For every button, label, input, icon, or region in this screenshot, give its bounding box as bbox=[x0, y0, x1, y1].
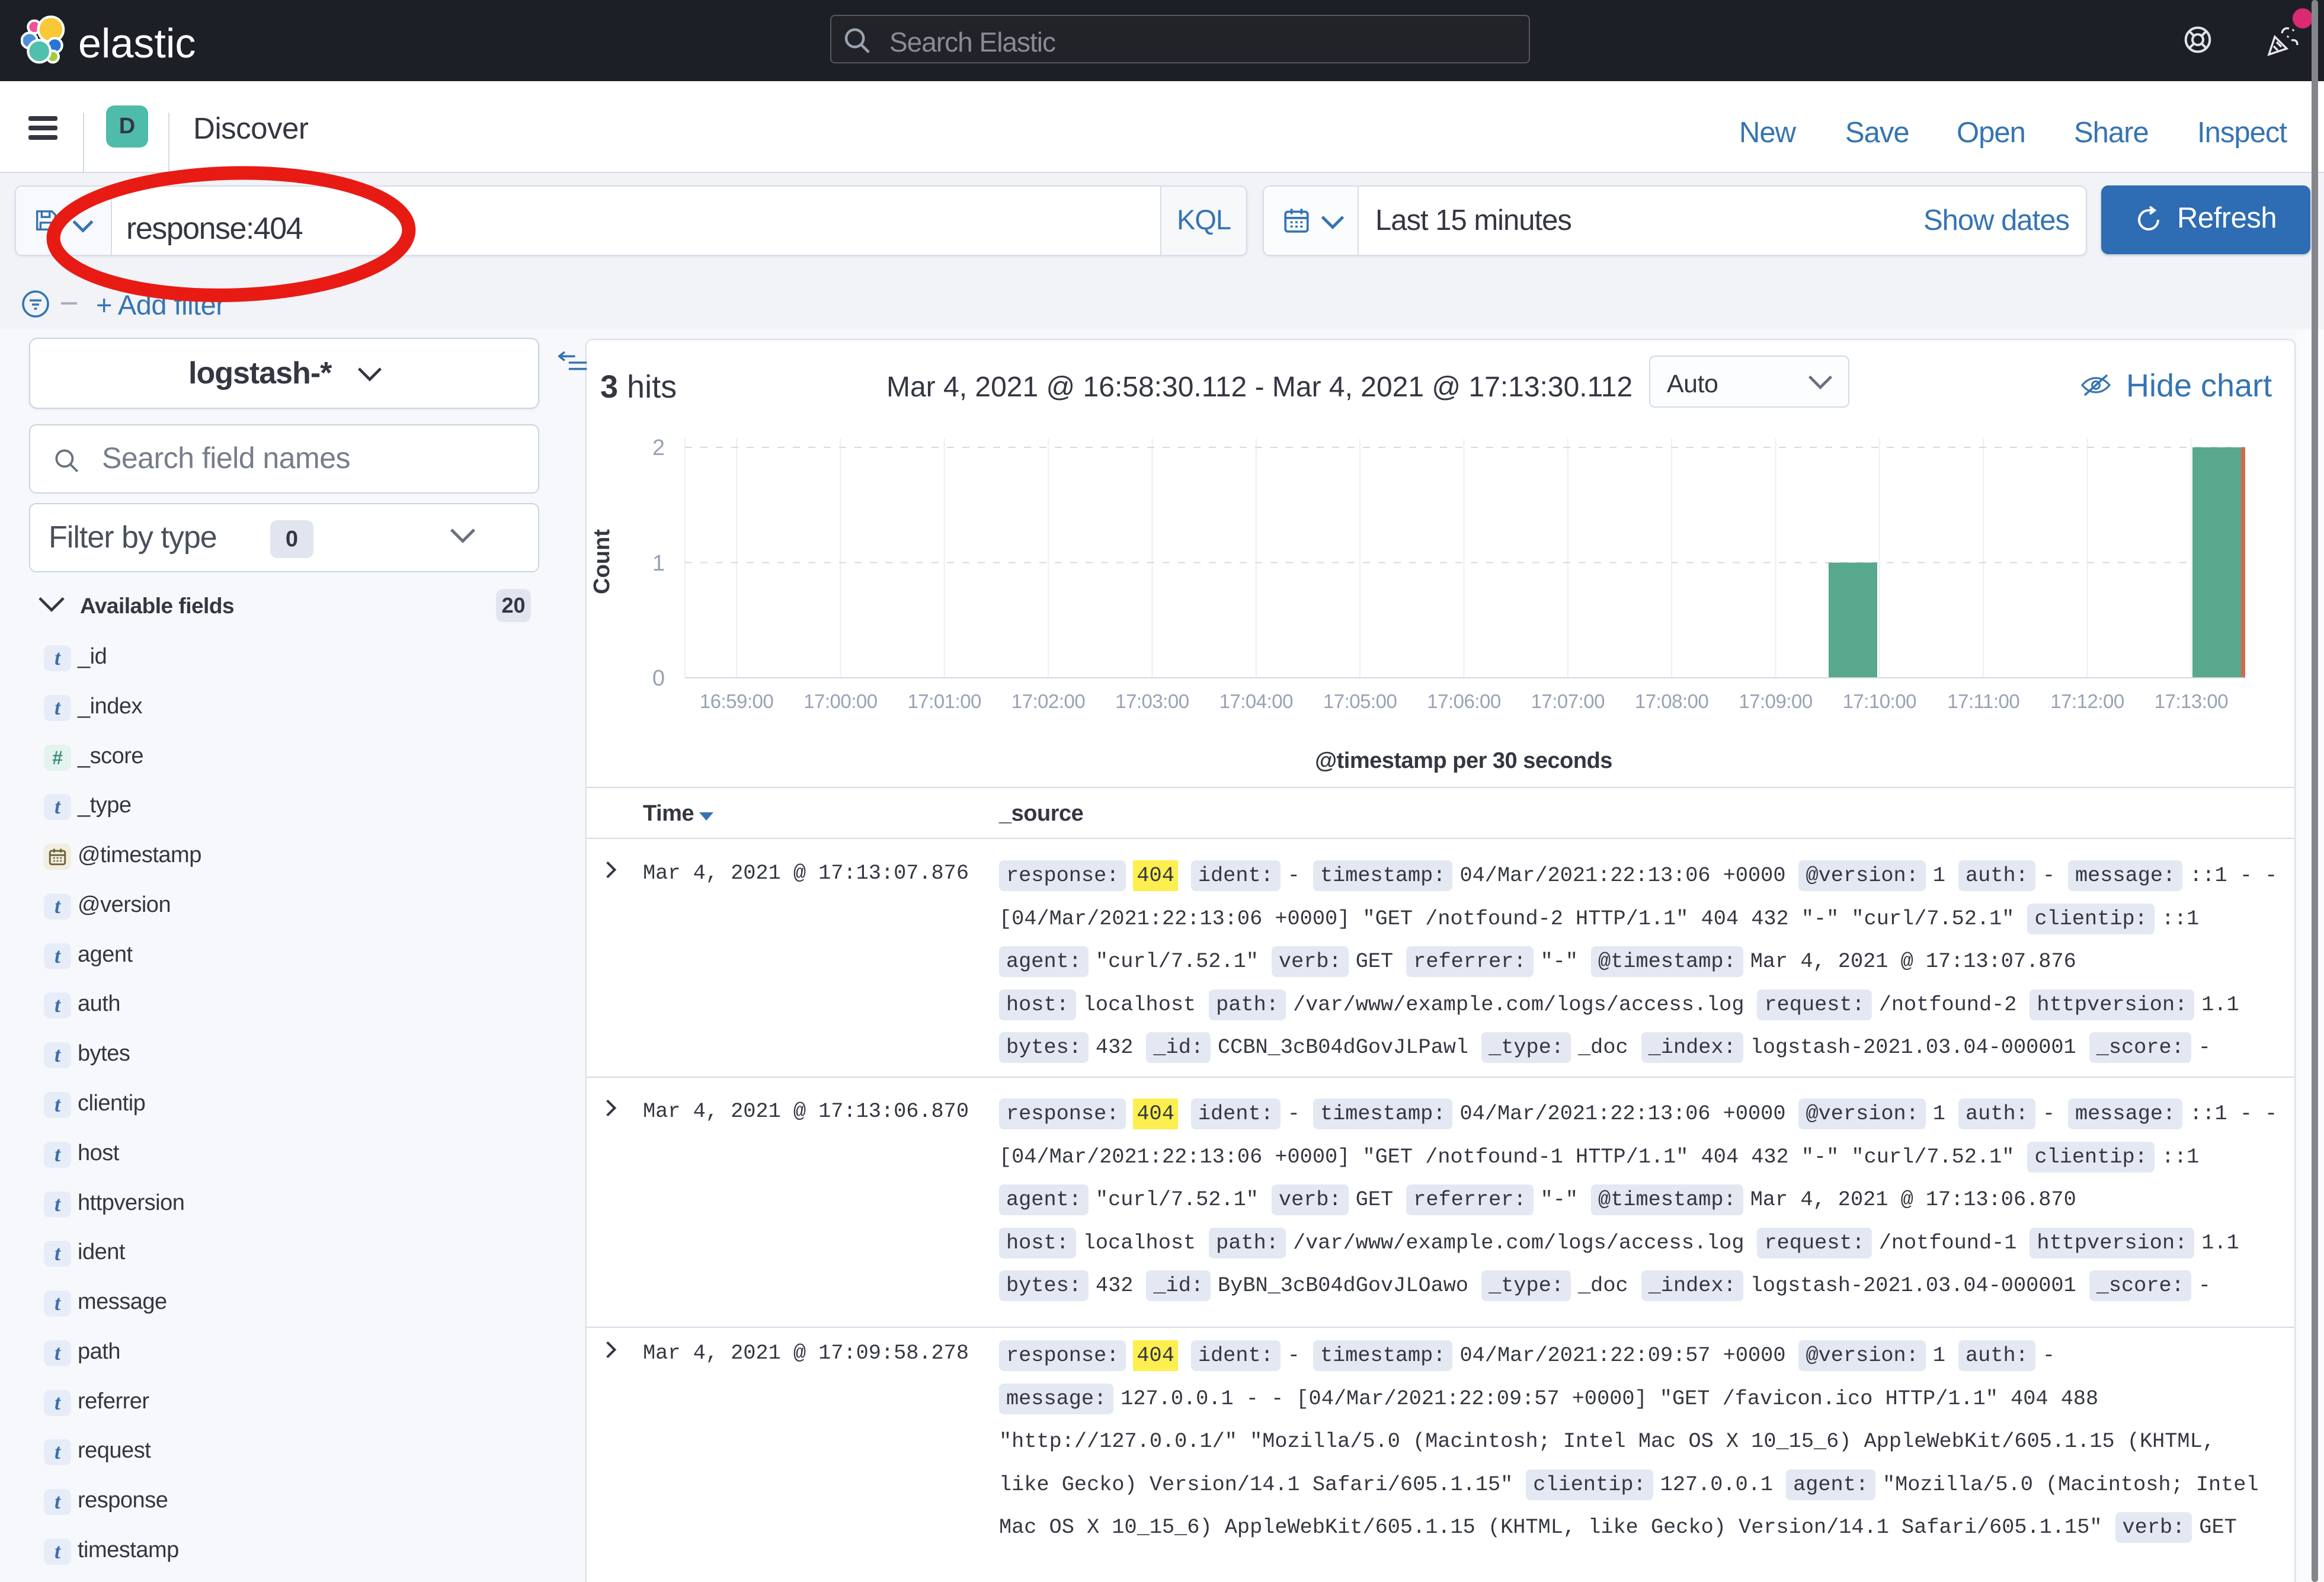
svg-text:17:13:00: 17:13:00 bbox=[2155, 690, 2229, 712]
svg-text:17:04:00: 17:04:00 bbox=[1219, 690, 1294, 712]
svg-text:1: 1 bbox=[652, 551, 665, 576]
svg-text:0: 0 bbox=[652, 666, 665, 691]
svg-text:17:06:00: 17:06:00 bbox=[1427, 690, 1501, 712]
svg-text:17:05:00: 17:05:00 bbox=[1323, 690, 1397, 712]
svg-text:17:12:00: 17:12:00 bbox=[2050, 690, 2124, 712]
svg-text:16:59:00: 16:59:00 bbox=[700, 690, 774, 712]
svg-text:17:00:00: 17:00:00 bbox=[804, 690, 878, 712]
svg-text:@timestamp per 30 seconds: @timestamp per 30 seconds bbox=[1315, 748, 1612, 773]
svg-text:Count: Count bbox=[590, 529, 614, 594]
svg-text:17:10:00: 17:10:00 bbox=[1843, 690, 1917, 712]
svg-text:17:02:00: 17:02:00 bbox=[1011, 690, 1086, 712]
svg-text:17:11:00: 17:11:00 bbox=[1947, 690, 2019, 712]
svg-text:17:07:00: 17:07:00 bbox=[1531, 690, 1605, 712]
svg-text:17:03:00: 17:03:00 bbox=[1115, 690, 1189, 712]
svg-text:17:09:00: 17:09:00 bbox=[1739, 690, 1813, 712]
svg-text:17:08:00: 17:08:00 bbox=[1635, 690, 1709, 712]
svg-text:17:01:00: 17:01:00 bbox=[907, 690, 981, 712]
svg-text:2: 2 bbox=[652, 435, 665, 460]
